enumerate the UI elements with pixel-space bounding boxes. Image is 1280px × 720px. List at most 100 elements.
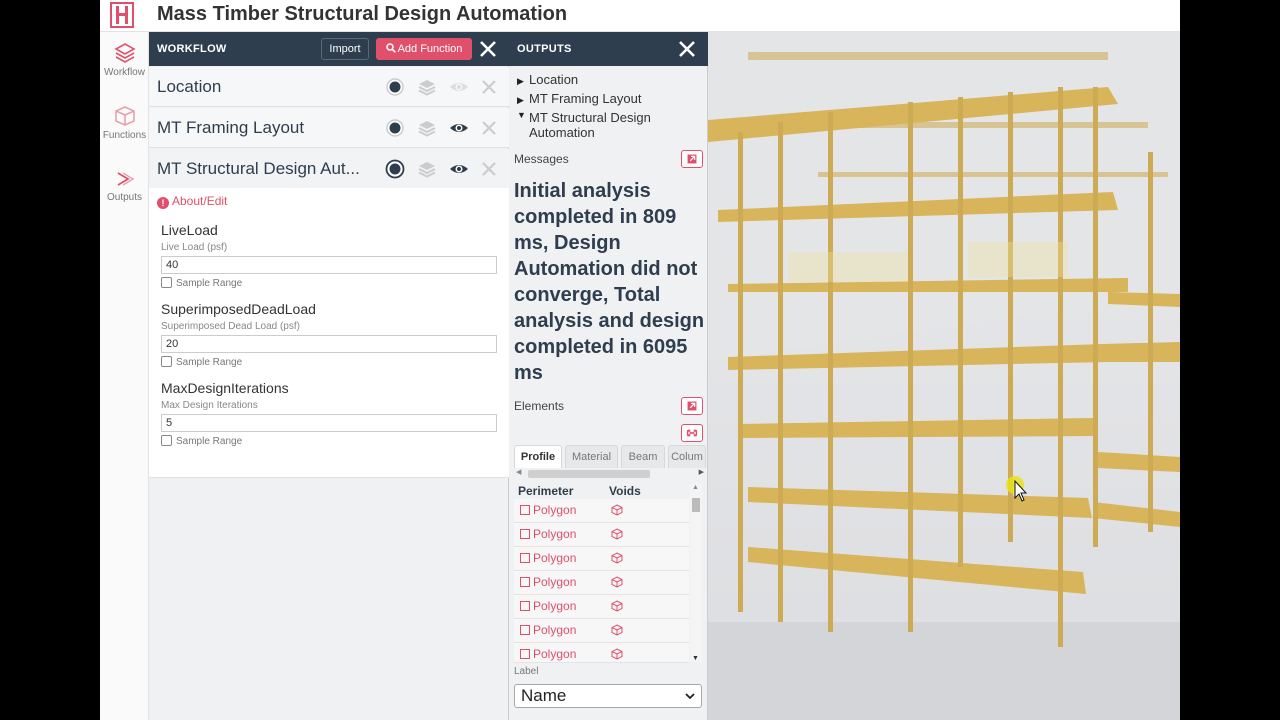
elements-label: Elements — [514, 399, 565, 413]
workflow-title: WORKFLOW — [157, 43, 227, 55]
polygon-link[interactable]: Polygon — [520, 575, 576, 589]
3d-viewport[interactable] — [708, 32, 1180, 720]
label-select[interactable]: Name — [514, 684, 702, 708]
tree-item-location[interactable]: ▶ Location — [517, 72, 578, 87]
dead-load-input[interactable]: 20 — [161, 335, 497, 353]
fullscreen-icon[interactable] — [681, 424, 703, 442]
add-function-button[interactable]: Add Function — [376, 38, 472, 60]
scroll-thumb[interactable] — [528, 470, 650, 478]
polygon-link[interactable]: Polygon — [520, 503, 576, 517]
max-iterations-input[interactable]: 5 — [161, 414, 497, 432]
function-label: MT Structural Design Aut... — [157, 159, 360, 178]
rail-functions[interactable]: Functions — [100, 105, 149, 141]
polygon-link[interactable]: Polygon — [520, 551, 576, 565]
analysis-message: Initial analysis completed in 809 ms, De… — [514, 180, 705, 384]
scroll-left-icon[interactable]: ◀ — [516, 468, 521, 476]
caret-down-icon: ▼ — [517, 110, 526, 120]
workflow-icon — [113, 43, 136, 63]
caret-right-icon: ▶ — [517, 76, 524, 86]
app-title: Mass Timber Structural Design Automation — [157, 3, 568, 25]
tree-item-design[interactable]: ▼ MT Structural Design Automation — [517, 110, 697, 140]
polygon-link[interactable]: Polygon — [520, 527, 576, 541]
left-rail: Workflow Functions Outputs — [100, 32, 149, 720]
remove-icon[interactable] — [479, 77, 499, 97]
rail-workflow[interactable]: Workflow — [100, 42, 149, 78]
table-row: Polygon — [514, 523, 689, 547]
layers-icon[interactable] — [417, 77, 437, 97]
expand-elements-icon[interactable] — [681, 397, 703, 415]
polygon-label: Polygon — [533, 599, 577, 613]
remove-icon[interactable] — [479, 159, 499, 179]
function-row-framing[interactable]: MT Framing Layout — [149, 108, 509, 148]
polygon-link[interactable]: Polygon — [520, 647, 576, 661]
scroll-down-icon[interactable]: ▼ — [692, 655, 699, 662]
vertical-scrollbar[interactable]: ▲ ▼ — [690, 484, 702, 662]
close-outputs-icon[interactable] — [676, 38, 698, 60]
live-load-input[interactable]: 40 — [161, 256, 497, 274]
polygon-link[interactable]: Polygon — [520, 599, 576, 613]
polygon-icon — [520, 649, 530, 659]
polygon-icon — [520, 625, 530, 635]
close-workflow-icon[interactable] — [477, 38, 499, 60]
function-label: MT Framing Layout — [157, 118, 305, 137]
sample-range-label: Sample Range — [176, 357, 243, 368]
polygon-label: Polygon — [533, 551, 577, 565]
rail-outputs[interactable]: Outputs — [100, 169, 149, 203]
eye-icon[interactable] — [449, 118, 469, 138]
eye-icon[interactable] — [449, 77, 469, 97]
horizontal-scrollbar[interactable]: ◀ ▶ — [514, 468, 706, 480]
outputs-header: OUTPUTS — [509, 32, 708, 66]
tab-column[interactable]: Colum — [668, 445, 706, 469]
cube-icon[interactable] — [611, 504, 623, 516]
field-name: LiveLoad — [161, 222, 218, 238]
scroll-thumb[interactable] — [692, 498, 700, 512]
import-button[interactable]: Import — [321, 38, 369, 60]
workflow-header: WORKFLOW Import Add Function — [149, 32, 509, 66]
tab-beam[interactable]: Beam — [621, 445, 665, 469]
sample-range-checkbox[interactable]: Sample Range — [161, 435, 242, 447]
about-edit-label: About/Edit — [172, 194, 228, 208]
polygon-label: Polygon — [533, 623, 577, 637]
sample-range-label: Sample Range — [176, 436, 243, 447]
info-icon: ! — [157, 197, 169, 209]
scroll-up-icon[interactable]: ▲ — [692, 484, 699, 491]
column-perimeter: Perimeter — [518, 484, 574, 498]
radio-selected-icon[interactable] — [385, 77, 405, 97]
cube-icon[interactable] — [611, 528, 623, 540]
cube-icon[interactable] — [611, 552, 623, 564]
search-plus-icon — [385, 43, 396, 53]
cube-icon[interactable] — [611, 648, 623, 660]
tree-item-framing[interactable]: ▶ MT Framing Layout — [517, 91, 641, 106]
building-model[interactable] — [708, 32, 1180, 720]
label-select-value: Name — [521, 686, 567, 705]
polygon-icon — [520, 577, 530, 587]
tab-profile[interactable]: Profile — [514, 445, 562, 469]
hypar-logo-icon[interactable] — [110, 2, 134, 28]
polygon-label: Polygon — [533, 527, 577, 541]
title-bar: Mass Timber Structural Design Automation — [100, 0, 1180, 32]
scroll-right-icon[interactable]: ▶ — [699, 468, 704, 476]
layers-icon[interactable] — [417, 118, 437, 138]
layers-icon[interactable] — [417, 159, 437, 179]
radio-active-icon[interactable] — [385, 159, 405, 179]
cube-icon[interactable] — [611, 624, 623, 636]
function-row-design[interactable]: MT Structural Design Aut... — [149, 149, 509, 189]
function-row-location[interactable]: Location — [149, 67, 509, 107]
polygon-link[interactable]: Polygon — [520, 623, 576, 637]
about-edit-link[interactable]: ! About/Edit — [157, 194, 227, 209]
field-name: MaxDesignIterations — [161, 380, 289, 396]
sample-range-checkbox[interactable]: Sample Range — [161, 277, 242, 289]
eye-icon[interactable] — [449, 159, 469, 179]
outputs-title: OUTPUTS — [517, 43, 572, 55]
tab-material[interactable]: Material — [565, 445, 618, 469]
polygon-label: Polygon — [533, 647, 577, 661]
sample-range-checkbox[interactable]: Sample Range — [161, 356, 242, 368]
field-caption: Live Load (psf) — [161, 242, 228, 253]
radio-selected-icon[interactable] — [385, 118, 405, 138]
cube-icon[interactable] — [611, 576, 623, 588]
remove-icon[interactable] — [479, 118, 499, 138]
table-row: Polygon — [514, 619, 689, 643]
expand-messages-icon[interactable] — [681, 150, 703, 168]
cube-icon[interactable] — [611, 600, 623, 612]
app-window: Mass Timber Structural Design Automation… — [100, 0, 1180, 720]
